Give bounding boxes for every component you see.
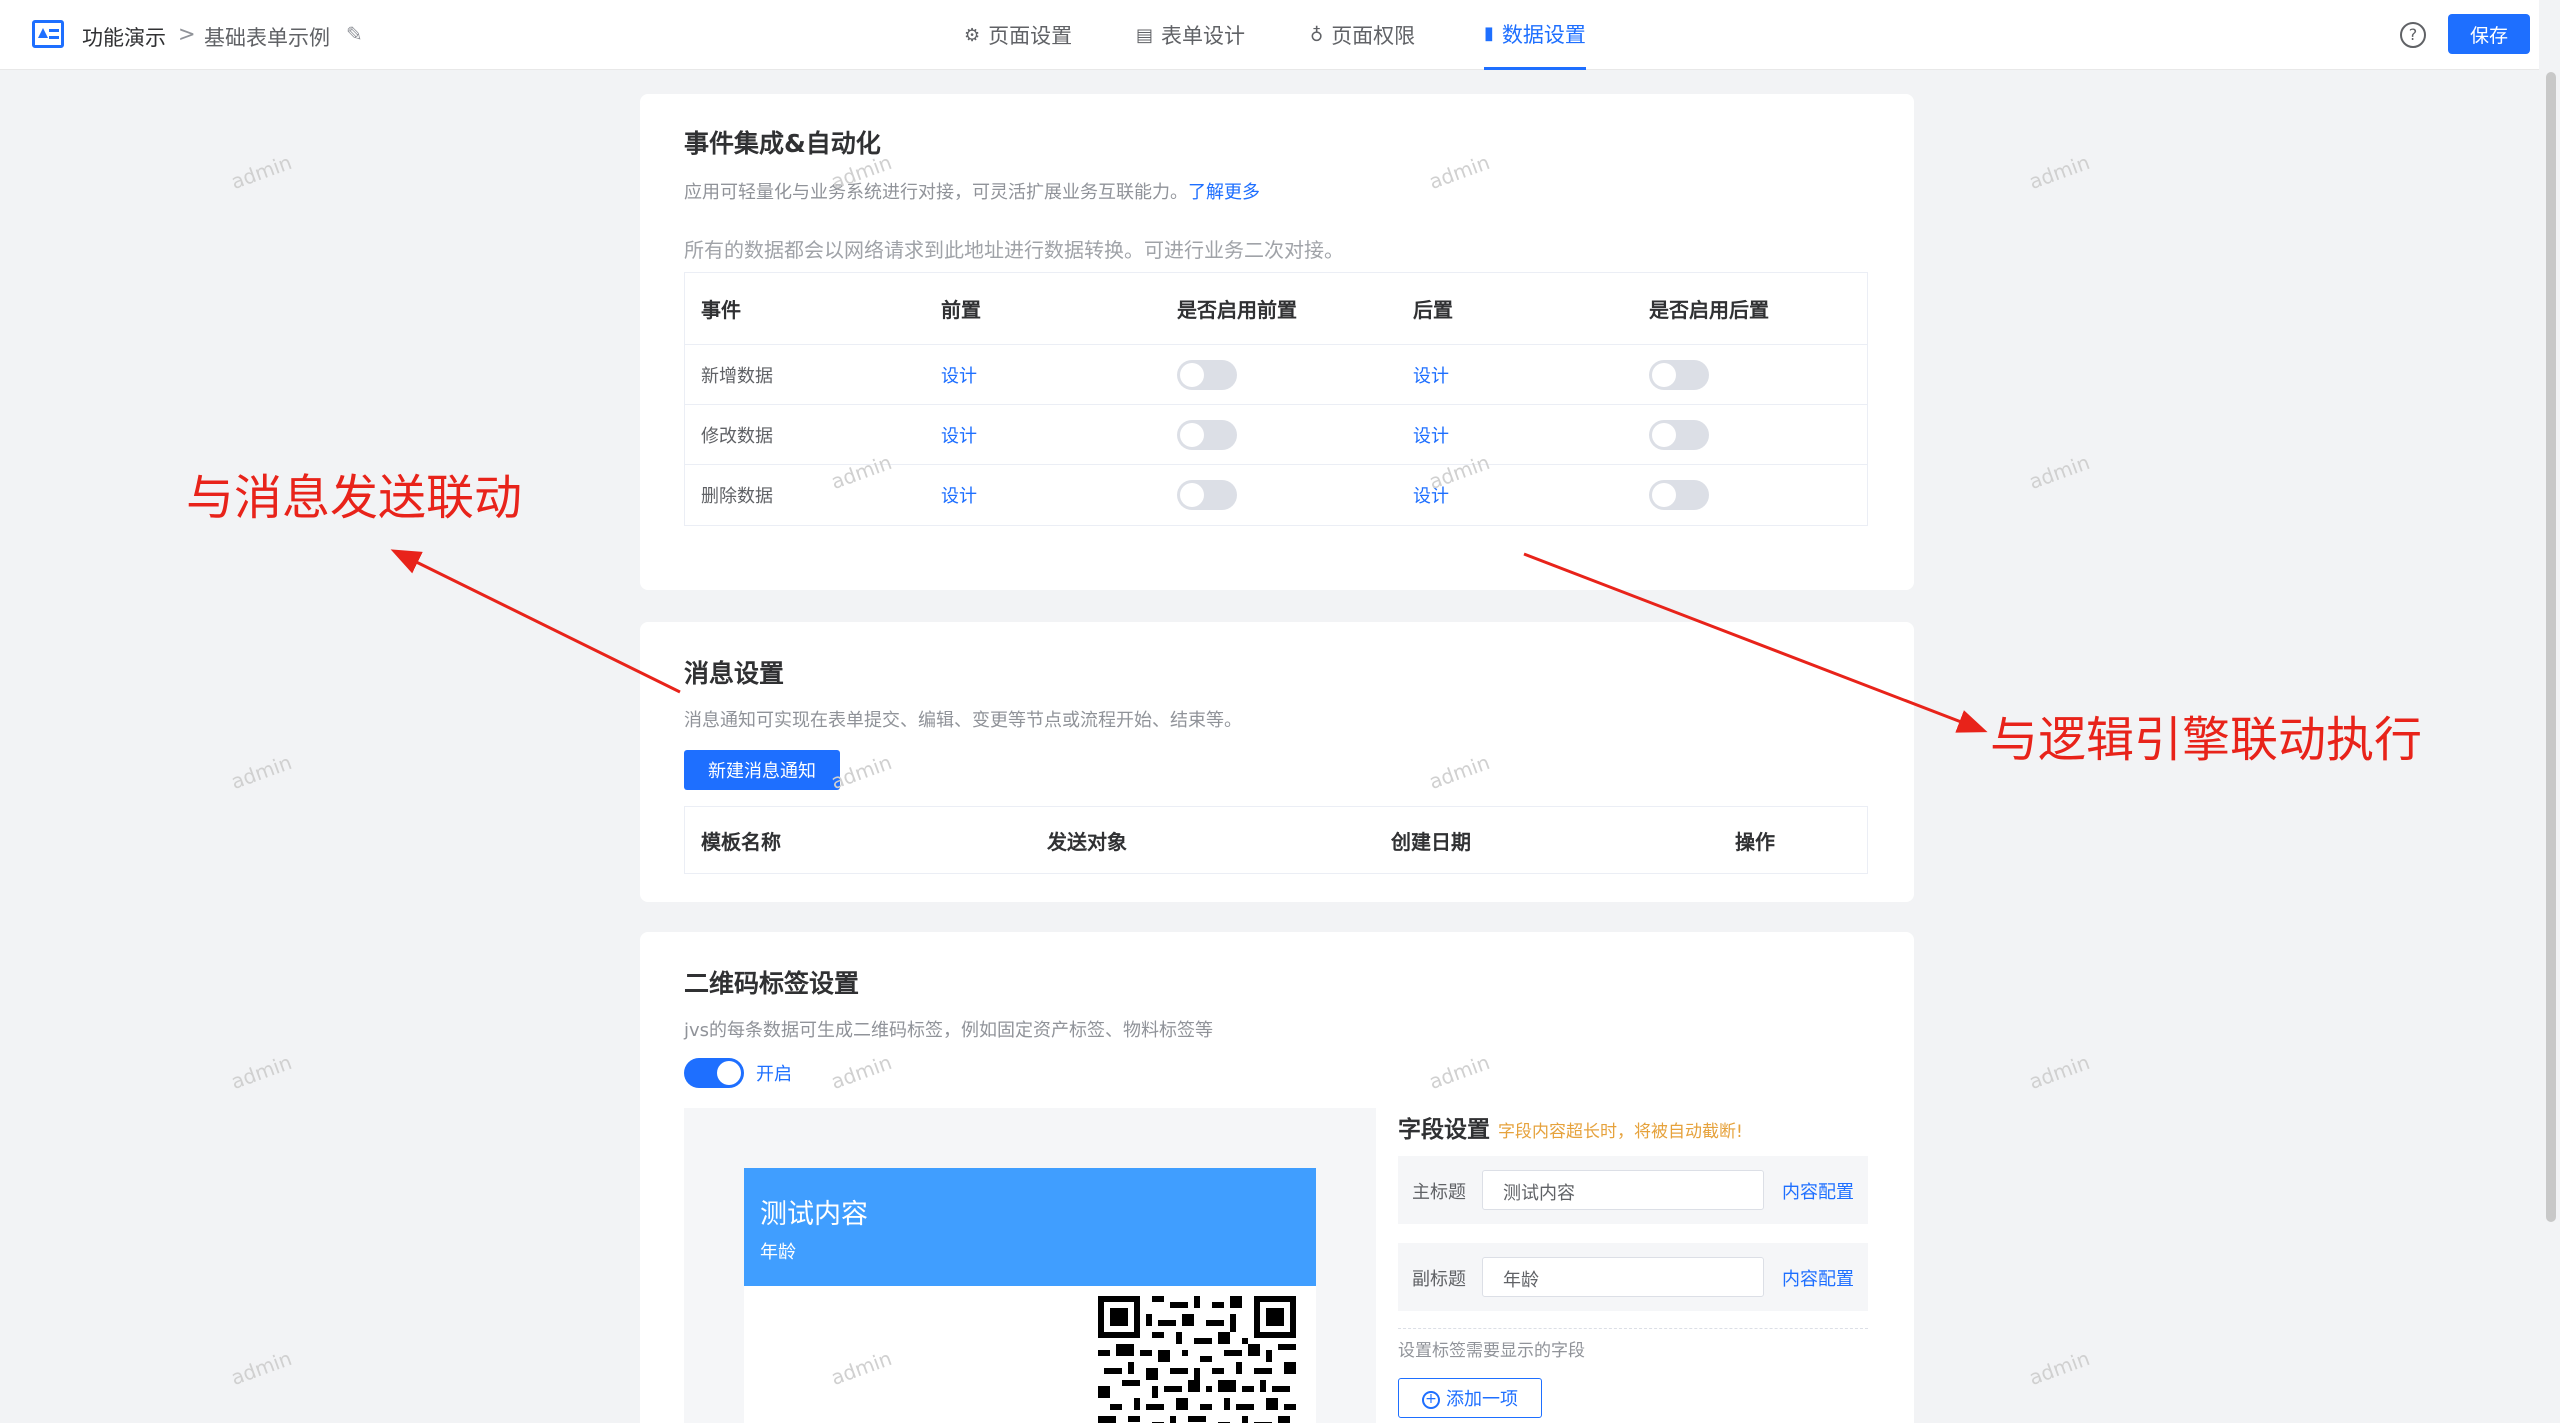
annotation-arrows	[390, 549, 1988, 733]
arrow-left	[390, 549, 681, 694]
arrow-right	[1523, 552, 1988, 733]
